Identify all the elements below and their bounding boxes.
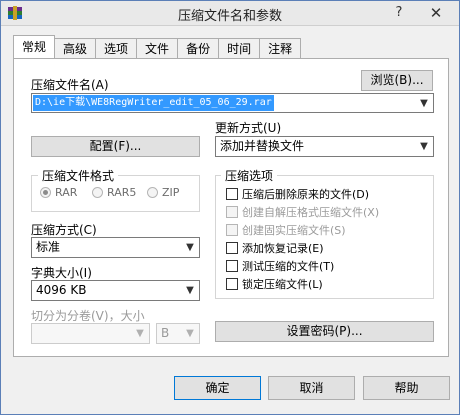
delete-after-label: 压缩后删除原来的文件(D) xyxy=(242,188,370,201)
delete-after-checkbox[interactable]: 压缩后删除原来的文件(D) xyxy=(226,186,369,202)
update-mode-value: 添加并替换文件 xyxy=(220,139,305,153)
options-group-title: 压缩选项 xyxy=(221,167,278,184)
chevron-down-icon: ▼ xyxy=(186,328,194,339)
method-select[interactable]: 标准 ▼ xyxy=(31,237,200,258)
checkbox-icon xyxy=(226,260,238,272)
format-zip-label: ZIP xyxy=(162,186,180,199)
profiles-button[interactable]: 配置(F)... xyxy=(31,136,200,157)
chevron-down-icon[interactable]: ▼ xyxy=(417,94,431,113)
method-label: 压缩方式(C) xyxy=(31,223,97,237)
split-size-select[interactable]: ▼ xyxy=(31,323,150,344)
set-password-button[interactable]: 设置密码(P)... xyxy=(215,321,434,342)
title-help-button[interactable]: ? xyxy=(385,1,413,24)
lock-archive-checkbox[interactable]: 锁定压缩文件(L) xyxy=(226,276,323,292)
format-rar5-radio[interactable]: RAR5 xyxy=(92,186,136,199)
create-solid-checkbox[interactable]: 创建固实压缩文件(S) xyxy=(226,222,346,238)
general-panel: 压缩文件名(A) 浏览(B)... D:\ie下载\WE8RegWriter_e… xyxy=(13,58,449,357)
lock-archive-label: 锁定压缩文件(L) xyxy=(242,278,323,291)
tab-time[interactable]: 时间 xyxy=(218,38,261,58)
tab-bar: 常规 高级 选项 文件 备份 时间 注释 xyxy=(13,35,302,59)
browse-button[interactable]: 浏览(B)... xyxy=(361,70,433,91)
test-archive-label: 测试压缩的文件(T) xyxy=(242,260,335,273)
dictionary-size-select[interactable]: 4096 KB ▼ xyxy=(31,280,200,301)
update-mode-select[interactable]: 添加并替换文件 ▼ xyxy=(215,136,434,157)
dictionary-size-label: 字典大小(I) xyxy=(31,266,92,280)
format-group-title: 压缩文件格式 xyxy=(38,167,119,184)
tab-backup[interactable]: 备份 xyxy=(177,38,220,58)
recovery-record-label: 添加恢复记录(E) xyxy=(242,242,324,255)
archive-name-field[interactable]: D:\ie下载\WE8RegWriter_edit_05_06_29.rar ▼ xyxy=(31,93,434,113)
radio-selected-icon xyxy=(40,187,51,198)
tab-advanced[interactable]: 高级 xyxy=(54,38,97,58)
ok-button[interactable]: 确定 xyxy=(174,376,261,400)
format-rar-label: RAR xyxy=(55,186,78,199)
dialog-window: 压缩文件名和参数 ? ✕ 常规 高级 选项 文件 备份 时间 注释 压缩文件名(… xyxy=(0,0,460,415)
radio-icon xyxy=(92,187,103,198)
archive-name-value: D:\ie下载\WE8RegWriter_edit_05_06_29.rar xyxy=(33,95,274,111)
split-unit-select[interactable]: B ▼ xyxy=(156,323,200,344)
format-rar-radio[interactable]: RAR xyxy=(40,186,77,199)
chevron-down-icon: ▼ xyxy=(186,242,194,253)
update-mode-label: 更新方式(U) xyxy=(215,121,282,135)
archive-name-label: 压缩文件名(A) xyxy=(31,78,109,92)
help-button[interactable]: 帮助 xyxy=(363,376,450,400)
recovery-record-checkbox[interactable]: 添加恢复记录(E) xyxy=(226,240,324,256)
split-unit-value: B xyxy=(161,326,170,340)
split-volumes-label: 切分为分卷(V)，大小 xyxy=(31,309,145,323)
radio-icon xyxy=(147,187,158,198)
dictionary-size-value: 4096 KB xyxy=(36,283,87,297)
chevron-down-icon: ▼ xyxy=(136,328,144,339)
checkbox-icon xyxy=(226,188,238,200)
tab-files[interactable]: 文件 xyxy=(136,38,179,58)
format-rar5-label: RAR5 xyxy=(107,186,137,199)
tab-general[interactable]: 常规 xyxy=(13,35,56,58)
close-button[interactable]: ✕ xyxy=(413,1,459,24)
checkbox-icon xyxy=(226,206,238,218)
title-bar: 压缩文件名和参数 ? ✕ xyxy=(1,1,459,26)
create-solid-label: 创建固实压缩文件(S) xyxy=(242,224,346,237)
chevron-down-icon: ▼ xyxy=(186,285,194,296)
tab-options[interactable]: 选项 xyxy=(95,38,138,58)
tab-comment[interactable]: 注释 xyxy=(259,38,302,58)
checkbox-icon xyxy=(226,242,238,254)
method-value: 标准 xyxy=(36,240,61,254)
checkbox-icon xyxy=(226,224,238,236)
format-zip-radio[interactable]: ZIP xyxy=(147,186,179,199)
create-sfx-label: 创建自解压格式压缩文件(X) xyxy=(242,206,380,219)
cancel-button[interactable]: 取消 xyxy=(268,376,355,400)
test-archive-checkbox[interactable]: 测试压缩的文件(T) xyxy=(226,258,334,274)
checkbox-icon xyxy=(226,278,238,290)
create-sfx-checkbox[interactable]: 创建自解压格式压缩文件(X) xyxy=(226,204,379,220)
chevron-down-icon: ▼ xyxy=(420,141,428,152)
